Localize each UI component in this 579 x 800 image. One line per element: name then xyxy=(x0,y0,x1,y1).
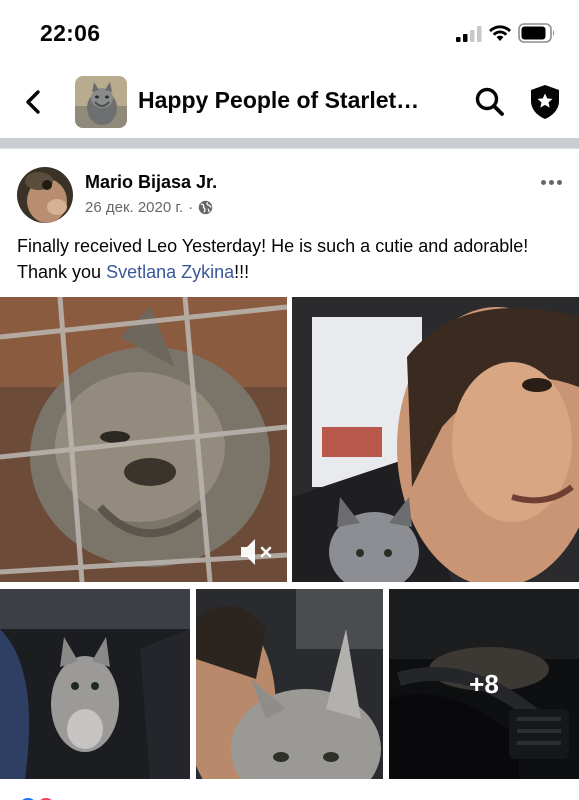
reaction-icons[interactable] xyxy=(18,793,78,800)
back-button[interactable] xyxy=(18,86,48,118)
post-author-name[interactable]: Mario Bijasa Jr. xyxy=(85,172,217,193)
meta-separator: · xyxy=(188,199,194,216)
cellular-signal-icon xyxy=(456,26,482,42)
battery-icon xyxy=(518,23,555,43)
post-date[interactable]: 26 дек. 2020 г. xyxy=(85,199,183,216)
more-photos-overlay[interactable]: +8 xyxy=(389,589,579,779)
post-text-end: !!! xyxy=(234,262,250,282)
post-meta: 26 дек. 2020 г. · xyxy=(85,199,213,216)
dot-icon xyxy=(540,179,546,185)
author-avatar[interactable] xyxy=(17,167,73,223)
post-text-start: Finally received Leo Yesterday! He is su… xyxy=(17,236,529,282)
dot-icon xyxy=(548,179,554,185)
photo-selfie-in-car[interactable] xyxy=(292,297,579,582)
group-title[interactable]: Happy People of Starlet… xyxy=(138,87,419,114)
post-text: Finally received Leo Yesterday! He is su… xyxy=(17,233,562,285)
photo-kitten-on-car-floor[interactable] xyxy=(0,589,190,779)
search-button[interactable] xyxy=(474,86,506,118)
mention-link[interactable]: Svetlana Zykina xyxy=(106,262,234,282)
status-bar: 22:06 xyxy=(0,0,579,66)
section-separator xyxy=(0,138,579,149)
admin-tools-button[interactable] xyxy=(527,83,563,121)
shield-star-icon xyxy=(531,85,559,119)
group-cat-image xyxy=(75,76,127,128)
wifi-icon xyxy=(489,25,511,41)
group-nav-bar: Happy People of Starlet… xyxy=(0,66,579,138)
globe-icon xyxy=(198,200,213,215)
dot-icon xyxy=(556,179,562,185)
chevron-left-icon xyxy=(26,90,40,114)
search-icon xyxy=(475,87,504,116)
group-thumbnail[interactable] xyxy=(75,76,127,128)
photo-man-with-kitten[interactable] xyxy=(196,589,383,779)
post-header: Mario Bijasa Jr. 26 дек. 2020 г. · xyxy=(0,150,579,230)
status-time: 22:06 xyxy=(40,20,101,46)
post-options-button[interactable] xyxy=(536,174,566,190)
muted-speaker-icon[interactable] xyxy=(238,535,274,569)
